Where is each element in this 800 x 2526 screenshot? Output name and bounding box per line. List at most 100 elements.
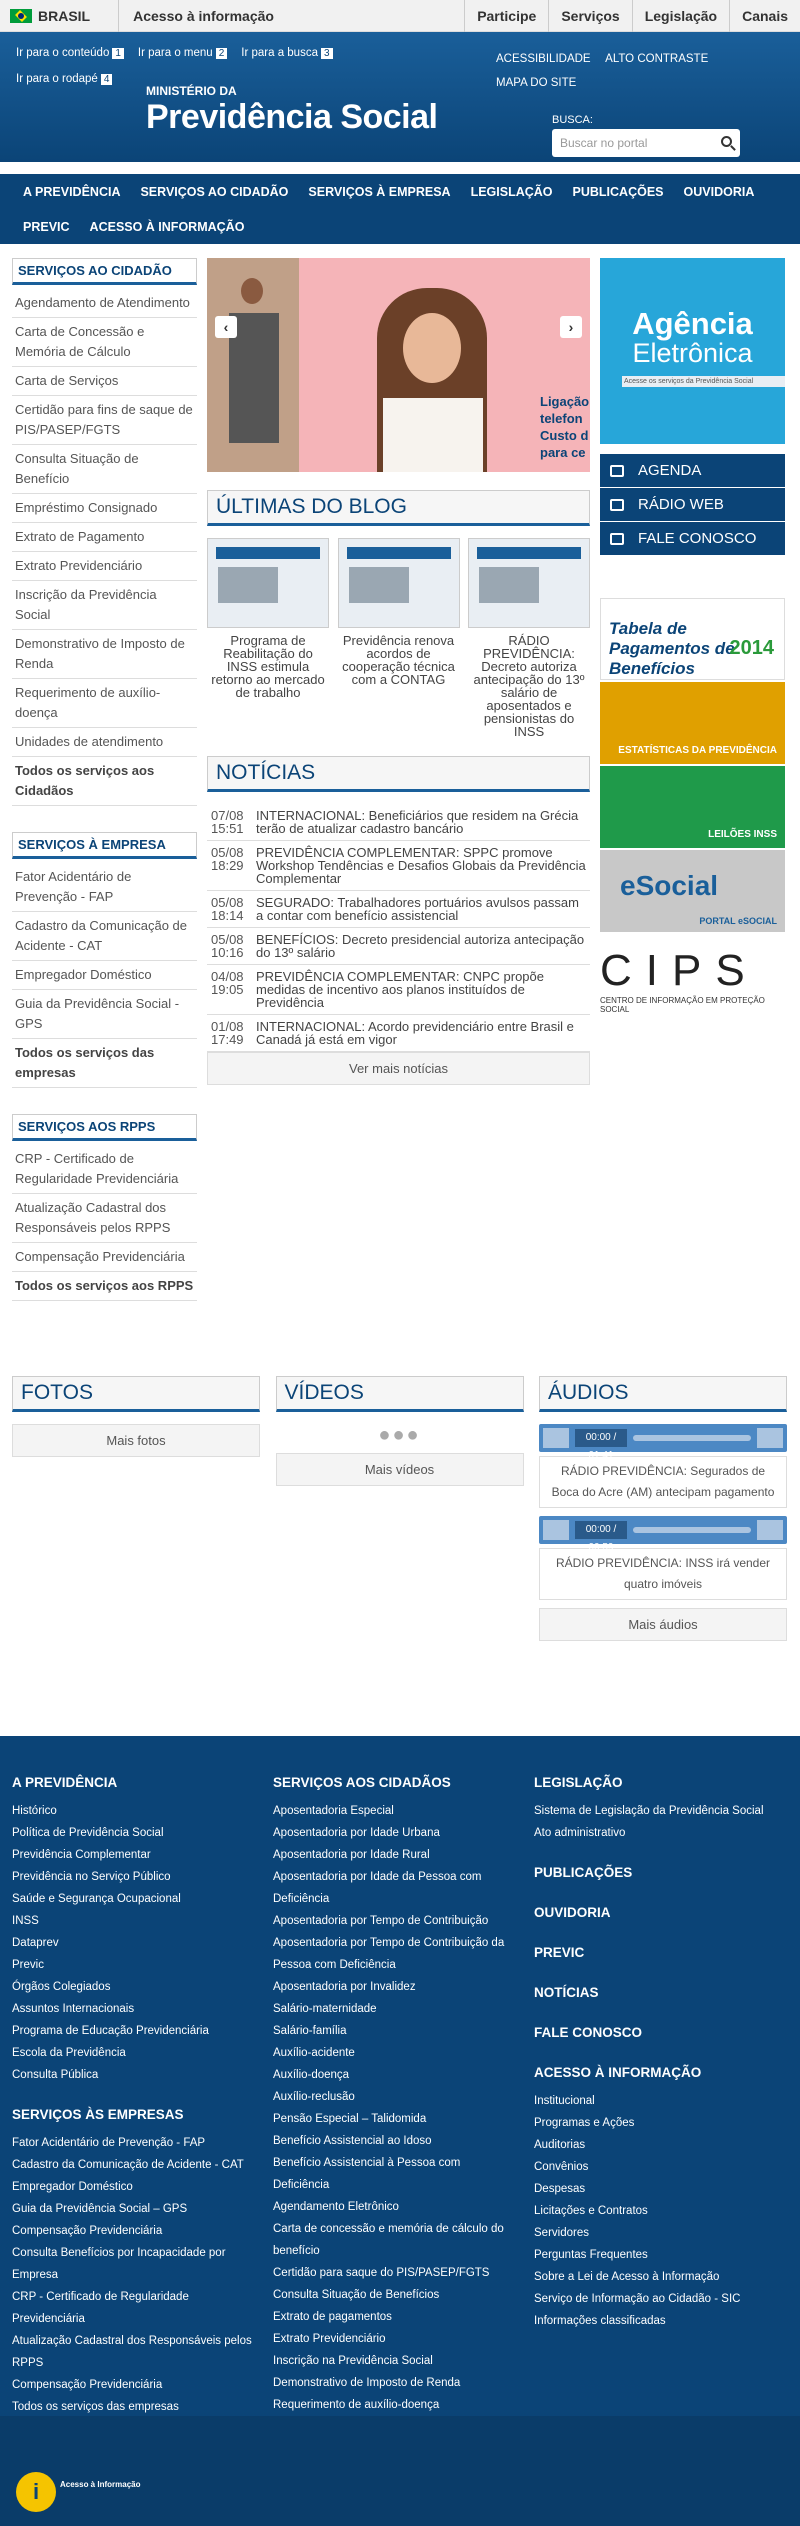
footer-link[interactable]: Empregador Doméstico	[12, 2176, 252, 2198]
play-icon[interactable]	[543, 1520, 569, 1540]
footer-heading[interactable]: PREVIC	[534, 1942, 774, 1964]
audio-title[interactable]: RÁDIO PREVIDÊNCIA: INSS irá vender quatr…	[539, 1548, 787, 1600]
volume-icon[interactable]	[757, 1520, 783, 1540]
tabela-pagamentos-banner[interactable]: Tabela de Pagamentos de Benefícios 2014	[600, 598, 785, 680]
nav-servicos-empresa[interactable]: SERVIÇOS À EMPRESA	[308, 185, 450, 199]
nav-legislacao[interactable]: LEGISLAÇÃO	[471, 185, 553, 199]
footer-link[interactable]: Benefício Assistencial ao Idoso	[273, 2130, 513, 2152]
footer-link[interactable]: Saúde e Segurança Ocupacional	[12, 1888, 252, 1910]
mapa-site-link[interactable]: MAPA DO SITE	[496, 77, 576, 89]
footer-link[interactable]: Servidores	[534, 2222, 774, 2244]
footer-link[interactable]: Agendamento Eletrônico	[273, 2196, 513, 2218]
nav-previdencia[interactable]: A PREVIDÊNCIA	[23, 185, 120, 199]
nav-ouvidoria[interactable]: OUVIDORIA	[684, 185, 755, 199]
footer-link[interactable]: Aposentadoria por Tempo de Contribuição	[273, 1910, 513, 1932]
footer-link[interactable]: Aposentadoria por Idade da Pessoa com De…	[273, 1866, 513, 1910]
footer-link[interactable]: Programa de Educação Previdenciária	[12, 2020, 252, 2042]
footer-link[interactable]: Histórico	[12, 1800, 252, 1822]
participe-link[interactable]: Participe	[464, 0, 548, 32]
footer-heading[interactable]: ACESSO À INFORMAÇÃO	[534, 2062, 774, 2084]
acesso-informacao-icon[interactable]: i	[16, 2472, 56, 2512]
footer-link[interactable]: Escola da Previdência	[12, 2042, 252, 2064]
canais-link[interactable]: Canais	[729, 0, 800, 32]
all-empresa-services-link[interactable]: Todos os serviços das empresas	[12, 1039, 197, 1088]
footer-link[interactable]: Atualização Cadastral dos Responsáveis p…	[12, 2330, 252, 2374]
list-item[interactable]: Carta de Concessão e Memória de Cálculo	[12, 318, 197, 367]
list-item[interactable]: Agendamento de Atendimento	[12, 289, 197, 318]
footer-link[interactable]: Auditorias	[534, 2134, 774, 2156]
all-rpps-services-link[interactable]: Todos os serviços aos RPPS	[12, 1272, 197, 1301]
news-item[interactable]: 07/08 15:51 INTERNACIONAL: Beneficiários …	[207, 804, 590, 841]
all-cidadao-services-link[interactable]: Todos os serviços aos Cidadãos	[12, 757, 197, 806]
footer-link[interactable]: Programas e Ações	[534, 2112, 774, 2134]
nav-previc[interactable]: PREVIC	[23, 220, 70, 234]
audio-progress-bar[interactable]	[633, 1435, 751, 1441]
footer-heading[interactable]: LEGISLAÇÃO	[534, 1772, 774, 1794]
nav-servicos-cidadao[interactable]: SERVIÇOS AO CIDADÃO	[140, 185, 288, 199]
site-logo[interactable]: Previdência Social	[146, 98, 438, 137]
list-item[interactable]: Consulta Situação de Benefício	[12, 445, 197, 494]
footer-link[interactable]: Previdência no Serviço Público	[12, 1866, 252, 1888]
footer-link[interactable]: Ato administrativo	[534, 1822, 774, 1844]
list-item[interactable]: Empregador Doméstico	[12, 961, 197, 990]
footer-link[interactable]: Serviço de Informação ao Cidadão - SIC	[534, 2288, 774, 2310]
footer-link[interactable]: Convênios	[534, 2156, 774, 2178]
footer-link[interactable]: Requerimento de auxílio-doença	[273, 2394, 513, 2416]
blog-item[interactable]: RÁDIO PREVIDÊNCIA: Decreto autoriza ante…	[468, 538, 590, 738]
blog-item[interactable]: Programa de Reabilitação do INSS estimul…	[207, 538, 329, 738]
footer-link[interactable]: Carta de concessão e memória de cálculo …	[273, 2218, 513, 2262]
agenda-link[interactable]: AGENDA	[600, 454, 785, 488]
blog-thumbnail[interactable]	[468, 538, 590, 628]
volume-icon[interactable]	[757, 1428, 783, 1448]
nav-publicacoes[interactable]: PUBLICAÇÕES	[573, 185, 664, 199]
footer-link[interactable]: Consulta Benefícios por Incapacidade por…	[12, 2242, 252, 2286]
footer-link[interactable]: Sistema de Legislação da Previdência Soc…	[534, 1800, 774, 1822]
list-item[interactable]: Empréstimo Consignado	[12, 494, 197, 523]
list-item[interactable]: Extrato de Pagamento	[12, 523, 197, 552]
footer-link[interactable]: Guia da Previdência Social – GPS	[12, 2198, 252, 2220]
footer-link[interactable]: Dataprev	[12, 1932, 252, 1954]
footer-link[interactable]: Informações classificadas	[534, 2310, 774, 2332]
footer-heading[interactable]: SERVIÇOS ÀS EMPRESAS	[12, 2104, 252, 2126]
list-item[interactable]: Fator Acidentário de Prevenção - FAP	[12, 863, 197, 912]
list-item[interactable]: Inscrição da Previdência Social	[12, 581, 197, 630]
footer-link[interactable]: Fator Acidentário de Prevenção - FAP	[12, 2132, 252, 2154]
audio-player[interactable]: 00:00 / 01:41	[539, 1424, 787, 1461]
list-item[interactable]: Guia da Previdência Social - GPS	[12, 990, 197, 1039]
footer-link[interactable]: Previc	[12, 1954, 252, 1976]
leiloes-banner[interactable]: LEILÕES INSS	[600, 766, 785, 848]
footer-link[interactable]: Todos os serviços das empresas	[12, 2396, 252, 2418]
footer-link[interactable]: Institucional	[534, 2090, 774, 2112]
skip-search[interactable]: Ir para a busca 3	[241, 47, 333, 59]
footer-link[interactable]: Compensação Previdenciária	[12, 2374, 252, 2396]
more-news-button[interactable]: Ver mais notícias	[207, 1052, 590, 1085]
agencia-eletronica-banner[interactable]: Agência Eletrônica Acesse os serviços da…	[600, 258, 785, 444]
footer-link[interactable]: Auxílio-acidente	[273, 2042, 513, 2064]
footer-link[interactable]: Aposentadoria por Invalidez	[273, 1976, 513, 1998]
footer-link[interactable]: CRP - Certificado de Regularidade Previd…	[12, 2286, 252, 2330]
skip-footer[interactable]: Ir para o rodapé 4	[16, 73, 113, 85]
esocial-banner[interactable]: eSocial PORTAL eSOCIAL	[600, 850, 785, 932]
footer-link[interactable]: Aposentadoria por Tempo de Contribuição …	[273, 1932, 513, 1976]
footer-link[interactable]: Aposentadoria por Idade Urbana	[273, 1822, 513, 1844]
carousel-next-icon[interactable]: ›	[560, 316, 582, 338]
list-item[interactable]: Unidades de atendimento	[12, 728, 197, 757]
acesso-informacao-link[interactable]: Acesso à informação	[119, 8, 274, 24]
acesso-informacao-label[interactable]: Acesso à Informação	[60, 2480, 140, 2490]
list-item[interactable]: Cadastro da Comunicação de Acidente - CA…	[12, 912, 197, 961]
search-input[interactable]: Buscar no portal	[552, 129, 740, 157]
footer-link[interactable]: Salário-família	[273, 2020, 513, 2042]
footer-link[interactable]: Cadastro da Comunicação de Acidente - CA…	[12, 2154, 252, 2176]
footer-link[interactable]: Política de Previdência Social	[12, 1822, 252, 1844]
footer-link[interactable]: Aposentadoria Especial	[273, 1800, 513, 1822]
more-audios-button[interactable]: Mais áudios	[539, 1608, 787, 1641]
footer-link[interactable]: Inscrição na Previdência Social	[273, 2350, 513, 2372]
footer-link[interactable]: Extrato de pagamentos	[273, 2306, 513, 2328]
fale-conosco-link[interactable]: FALE CONOSCO	[600, 522, 785, 556]
legislacao-link[interactable]: Legislação	[631, 0, 729, 32]
footer-link[interactable]: Consulta Pública	[12, 2064, 252, 2086]
radio-web-link[interactable]: RÁDIO WEB	[600, 488, 785, 522]
footer-link[interactable]: Previdência Complementar	[12, 1844, 252, 1866]
list-item[interactable]: Extrato Previdenciário	[12, 552, 197, 581]
footer-link[interactable]: Aposentadoria por Idade Rural	[273, 1844, 513, 1866]
